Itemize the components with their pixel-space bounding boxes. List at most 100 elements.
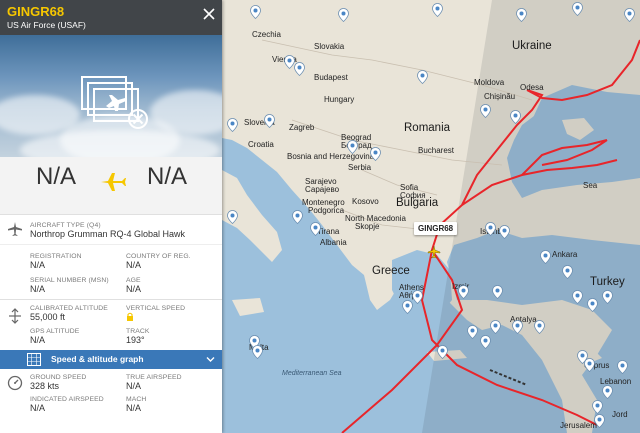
map-label-odesa: Odesa: [520, 83, 544, 92]
airport-pin-icon[interactable]: [499, 225, 510, 239]
map-label-mediterranean: Mediterranean Sea: [282, 370, 342, 377]
flight-tag-label[interactable]: GINGR68: [414, 222, 458, 235]
airport-pin-icon[interactable]: [480, 104, 491, 118]
altitude-icon: [9, 308, 21, 324]
airport-pin-icon[interactable]: [572, 290, 583, 304]
airport-pin-icon[interactable]: [602, 290, 613, 304]
airport-pin-icon[interactable]: [572, 2, 583, 16]
airport-pin-icon[interactable]: [437, 345, 448, 359]
destination-code: N/A: [147, 163, 188, 190]
panel-header: GINGR68 US Air Force (USAF): [0, 0, 222, 35]
map-label-greece: Greece: [372, 265, 410, 277]
airplane-icon: [101, 173, 126, 191]
map-label-sea: Sea: [583, 181, 598, 190]
airport-pin-icon[interactable]: [516, 8, 527, 22]
airport-pin-icon[interactable]: [587, 298, 598, 312]
airport-pin-icon[interactable]: [294, 62, 305, 76]
airport-pin-icon[interactable]: [412, 290, 423, 304]
registration-label: REGISTRATION: [30, 253, 82, 260]
airport-pin-icon[interactable]: [467, 325, 478, 339]
airport-pin-icon[interactable]: [592, 400, 603, 414]
lock-icon: [127, 312, 133, 321]
map-label-albania: Albania: [320, 238, 347, 247]
speed-altitude-graph-label: Speed & altitude graph: [51, 354, 144, 364]
airport-pin-icon[interactable]: [490, 320, 501, 334]
airport-pin-icon[interactable]: [480, 335, 491, 349]
airport-pin-icon[interactable]: [292, 210, 303, 224]
track-value: 193°: [126, 335, 145, 345]
airport-pin-icon[interactable]: [492, 285, 503, 299]
vertical-speed-value: [126, 312, 222, 323]
airline-name: US Air Force (USAF): [7, 20, 86, 30]
map-label-kosovo: Kosovo: [352, 197, 379, 206]
serial-value: N/A: [30, 284, 46, 294]
airport-pin-icon[interactable]: [510, 110, 521, 124]
airport-pin-icon[interactable]: [252, 345, 263, 359]
airport-pin-icon[interactable]: [512, 320, 523, 334]
age-label: AGE: [126, 277, 141, 284]
map-label-jerusalem: Jerusalem: [560, 421, 597, 430]
airport-pin-icon[interactable]: [402, 300, 413, 314]
airport-pin-icon[interactable]: [310, 222, 321, 236]
calibrated-altitude-label: CALIBRATED ALTITUDE: [30, 305, 108, 312]
map-label-bucharest: Bucharest: [418, 146, 455, 155]
airport-pin-icon[interactable]: [540, 250, 551, 264]
country-value: N/A: [126, 260, 142, 270]
ground-speed-label: GROUND SPEED: [30, 374, 87, 381]
airport-pin-icon[interactable]: [227, 210, 238, 224]
aircraft-photo-placeholder: [0, 35, 222, 157]
aircraft-type-value: Northrop Grumman RQ-4 Global Hawk: [30, 229, 186, 239]
aircraft-type-label-wrap: AIRCRAFT TYPE (Q4): [30, 222, 222, 229]
airport-pin-icon[interactable]: [534, 320, 545, 334]
gps-altitude-label: GPS ALTITUDE: [30, 328, 80, 335]
true-airspeed-value: N/A: [126, 381, 142, 391]
airport-pin-icon[interactable]: [347, 140, 358, 154]
speed-altitude-graph-toggle[interactable]: Speed & altitude graph: [0, 350, 222, 369]
map-label-moldova: Moldova: [474, 78, 505, 87]
airport-pin-icon[interactable]: [227, 118, 238, 132]
age-value: N/A: [126, 284, 142, 294]
airport-pin-icon[interactable]: [338, 8, 349, 22]
airport-pin-icon[interactable]: [594, 414, 605, 428]
map-label-budapest: Budapest: [314, 73, 348, 82]
airport-pin-icon[interactable]: [602, 385, 613, 399]
graph-icon: [27, 353, 41, 366]
map-label-czechia: Czechia: [252, 30, 281, 39]
airport-pin-icon[interactable]: [584, 358, 595, 372]
airport-pin-icon[interactable]: [432, 3, 443, 17]
close-icon[interactable]: [202, 7, 216, 21]
airport-pin-icon[interactable]: [617, 360, 628, 374]
map-label-chisinau: Chișinău: [484, 92, 516, 101]
map-label-romania: Romania: [404, 122, 451, 134]
speedometer-icon: [7, 375, 23, 391]
airport-pin-icon[interactable]: [624, 8, 635, 22]
mach-value: N/A: [126, 403, 142, 413]
airport-pin-icon[interactable]: [370, 147, 381, 161]
map-label-slovakia: Slovakia: [314, 42, 345, 51]
selected-aircraft-icon[interactable]: [427, 245, 441, 259]
chevron-down-icon: [206, 357, 215, 362]
airport-pin-icon[interactable]: [264, 114, 275, 128]
airport-pin-icon[interactable]: [250, 5, 261, 19]
altitude-section: CALIBRATED ALTITUDE 55,000 ft VERTICAL SP…: [0, 299, 222, 350]
ground-speed-value: 328 kts: [30, 381, 60, 391]
indicated-airspeed-label: INDICATED AIRSPEED: [30, 396, 104, 403]
flight-map[interactable]: Ukraine Romania Bulgaria Greece Turkey C…: [222, 0, 640, 433]
map-label-bosnia: Bosnia and Herzegovina: [287, 152, 375, 161]
aircraft-type-label: AIRCRAFT TYPE: [30, 222, 85, 229]
map-label-zagreb: Zagreb: [289, 123, 315, 132]
airport-pin-icon[interactable]: [562, 265, 573, 279]
map-label-hungary: Hungary: [324, 95, 355, 104]
speed-section: GROUND SPEED 328 kts TRUE AIRSPEED N/A IND…: [0, 369, 222, 418]
airport-pin-icon[interactable]: [417, 70, 428, 84]
aircraft-type-icon: [8, 222, 22, 236]
flight-info-panel: GINGR68 US Air Force (USAF) N/A N/A AIRC…: [0, 0, 222, 433]
map-label-croatia: Croatia: [248, 140, 274, 149]
aircraft-type-code: (Q4): [86, 222, 101, 229]
vertical-speed-label: VERTICAL SPEED: [126, 305, 186, 312]
airport-pin-icon[interactable]: [458, 285, 469, 299]
map-label-turkey: Turkey: [590, 276, 625, 288]
map-label-sofia-cyr: София: [400, 191, 426, 200]
airport-pin-icon[interactable]: [485, 222, 496, 236]
map-label-ukraine: Ukraine: [512, 40, 552, 52]
